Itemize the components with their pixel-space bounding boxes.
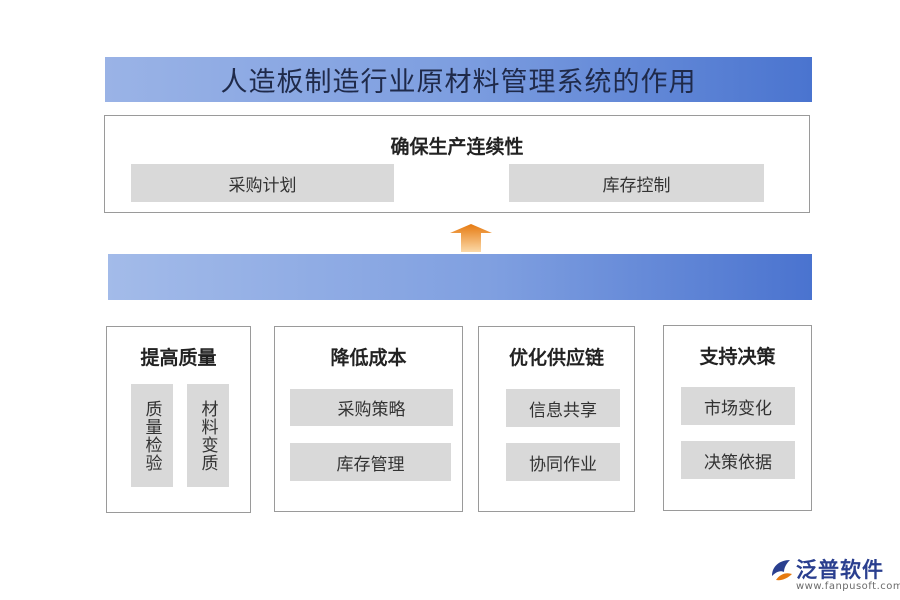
connector-band [108,254,812,300]
top-section-title: 确保生产连续性 [390,136,524,158]
card-item-label: 协同作业 [529,454,597,475]
brand-url: www.fanpusoft.com [796,581,900,592]
card-item-decision-basis: 决策依据 [681,441,795,479]
card-item-market-changes: 市场变化 [681,387,795,425]
card-item-label: 市场变化 [704,398,772,419]
page-title: 人造板制造行业原材料管理系统的作用 [220,67,697,98]
card-reduce-cost: 降低成本 采购策略 库存管理 [274,326,463,512]
card-item-collaborative-work: 协同作业 [506,443,620,481]
card-item-procurement-strategy: 采购策略 [290,389,453,426]
card-title: 提高质量 [140,347,217,369]
card-item-inventory-management: 库存管理 [290,443,451,481]
card-item-label: 材料变质 [197,399,218,472]
top-item-label: 库存控制 [602,175,671,196]
header-banner: 人造板制造行业原材料管理系统的作用 [105,57,812,102]
card-item-label: 采购策略 [337,400,406,420]
brand-logo: 泛普软件 www.fanpusoft.com [768,554,900,596]
card-support-decisions: 支持决策 市场变化 决策依据 [663,325,812,511]
card-title: 优化供应链 [508,347,604,369]
card-item-label: 质量检验 [141,399,162,472]
card-item-quality-inspection: 质量检验 [131,384,173,487]
card-improve-quality: 提高质量 质量检验 材料变质 [106,326,251,513]
card-title: 降低成本 [330,347,407,369]
card-item-label: 信息共享 [529,400,597,421]
card-optimize-supply-chain: 优化供应链 信息共享 协同作业 [478,326,635,512]
card-title: 支持决策 [699,346,776,368]
top-item-inventory-control: 库存控制 [509,164,764,202]
up-arrow-icon [450,224,492,252]
brand-name: 泛普软件 [796,558,884,582]
card-item-label: 库存管理 [336,454,405,475]
top-section-box: 确保生产连续性 采购计划 库存控制 [104,115,810,213]
fanpu-logo-icon [772,560,792,581]
card-item-information-sharing: 信息共享 [506,389,620,427]
top-item-procurement-plan: 采购计划 [131,164,394,202]
card-item-material-deterioration: 材料变质 [187,384,229,487]
top-item-label: 采购计划 [228,175,297,196]
card-item-label: 决策依据 [704,452,772,473]
